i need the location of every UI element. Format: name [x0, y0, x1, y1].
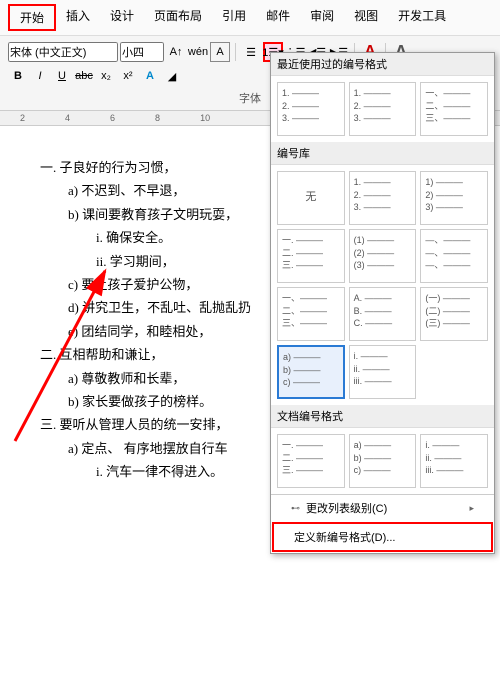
list-format-preview[interactable]: i. ———ii. ———iii. ——— [349, 345, 417, 399]
section-recent-title: 最近使用过的编号格式 [271, 53, 494, 76]
subscript-icon[interactable]: x₂ [96, 66, 116, 86]
bold-icon[interactable]: B [8, 66, 28, 86]
menubar-item-7[interactable]: 视图 [344, 4, 388, 31]
menubar-item-1[interactable]: 插入 [56, 4, 100, 31]
panel-footer: ⊷ 更改列表级别(C) ▸ 定义新编号格式(D)... [271, 494, 494, 552]
list-format-preview[interactable]: a) ———b) ———c) ——— [349, 434, 417, 488]
list-format-preview[interactable]: 1. ———2. ———3. ——— [277, 82, 345, 136]
doc-grid: 一. ———二. ———三. ———a) ———b) ———c) ———i. —… [271, 428, 494, 494]
chevron-right-icon: ▸ [469, 503, 474, 514]
text-effects-icon[interactable]: A [140, 66, 160, 86]
numbering-dropdown-panel: 最近使用过的编号格式 1. ———2. ———3. ———1. ———2. ——… [270, 52, 495, 554]
list-format-preview[interactable]: 一、———二、———三、——— [277, 287, 345, 341]
italic-icon[interactable]: I [30, 66, 50, 86]
menubar-item-3[interactable]: 页面布局 [144, 4, 212, 31]
list-format-preview[interactable]: 一. ———二. ———三. ——— [277, 434, 345, 488]
list-format-preview[interactable]: (1) ———(2) ———(3) ——— [349, 229, 417, 283]
list-format-preview[interactable]: 1) ———2) ———3) ——— [420, 171, 488, 225]
section-doc-title: 文档编号格式 [271, 405, 494, 428]
change-level-label: 更改列表级别(C) [306, 500, 387, 516]
list-format-preview[interactable]: a) ———b) ———c) ——— [277, 345, 345, 399]
menubar-item-4[interactable]: 引用 [212, 4, 256, 31]
recent-grid: 1. ———2. ———3. ———1. ———2. ———3. ———一、——… [271, 76, 494, 142]
list-format-preview[interactable]: (一) ———(二) ———(三) ——— [420, 287, 488, 341]
clear-format-icon[interactable]: ◢ [162, 66, 182, 86]
change-list-level-item[interactable]: ⊷ 更改列表级别(C) ▸ [271, 495, 494, 521]
menubar: 开始插入设计页面布局引用邮件审阅视图开发工具 [0, 0, 500, 36]
ruler-mark: 10 [200, 113, 210, 123]
menubar-item-2[interactable]: 设计 [100, 4, 144, 31]
menubar-item-5[interactable]: 邮件 [256, 4, 300, 31]
list-format-preview[interactable]: 无 [277, 171, 345, 225]
font-name-select[interactable] [8, 42, 118, 62]
char-border-icon[interactable]: A [210, 42, 230, 62]
library-grid: 无1. ———2. ———3. ———1) ———2) ———3) ——— 一. … [271, 165, 494, 405]
menubar-item-8[interactable]: 开发工具 [388, 4, 456, 31]
chevron-icon: ⊷ [291, 503, 300, 514]
phonetic-guide-icon[interactable]: wén [188, 42, 208, 62]
list-format-preview[interactable]: A. ———B. ———C. ——— [349, 287, 417, 341]
menubar-item-0[interactable]: 开始 [8, 4, 56, 31]
list-format-preview[interactable]: 一. ———二. ———三. ——— [277, 229, 345, 283]
list-format-preview[interactable]: 一、———二、———三、——— [420, 82, 488, 136]
list-format-preview[interactable]: —、————、————、——— [420, 229, 488, 283]
strikethrough-icon[interactable]: abc [74, 66, 94, 86]
menubar-item-6[interactable]: 审阅 [300, 4, 344, 31]
increase-font-icon[interactable]: A↑ [166, 42, 186, 62]
section-library-title: 编号库 [271, 142, 494, 165]
ruler-mark: 4 [65, 113, 70, 123]
font-size-select[interactable] [120, 42, 164, 62]
list-format-preview[interactable]: 1. ———2. ———3. ——— [349, 171, 417, 225]
define-new-format-item[interactable]: 定义新编号格式(D)... [272, 522, 493, 552]
ruler-mark: 2 [20, 113, 25, 123]
ruler-mark: 6 [110, 113, 115, 123]
underline-icon[interactable]: U [52, 66, 72, 86]
list-format-preview[interactable]: i. ———ii. ———iii. ——— [420, 434, 488, 488]
define-new-label: 定义新编号格式(D)... [294, 529, 395, 545]
bullet-list-icon[interactable]: ☰ [241, 42, 261, 62]
ruler-mark: 8 [155, 113, 160, 123]
superscript-icon[interactable]: x² [118, 66, 138, 86]
list-format-preview[interactable]: 1. ———2. ———3. ——— [349, 82, 417, 136]
